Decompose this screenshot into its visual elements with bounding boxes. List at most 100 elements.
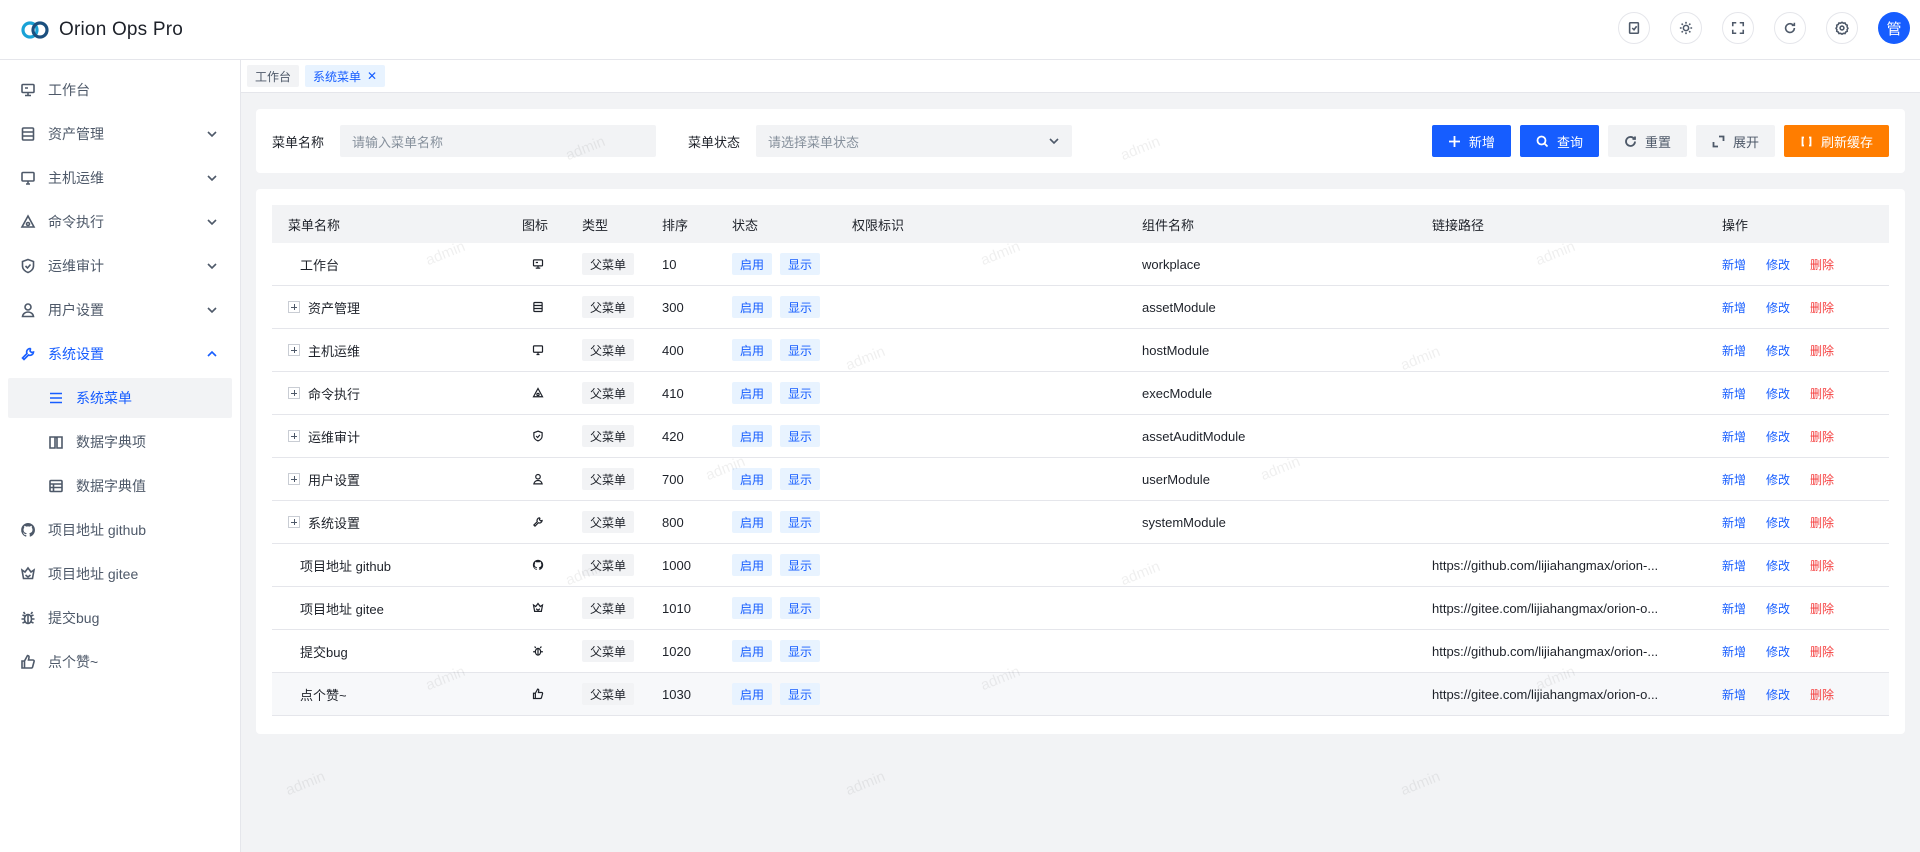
row-add-link[interactable]: 新增 <box>1722 428 1746 445</box>
row-add-link[interactable]: 新增 <box>1722 557 1746 574</box>
table-row: 项目地址 gitee 父菜单 1010 启用 显示 https://gitee.c… <box>272 587 1889 630</box>
row-delete-link[interactable]: 删除 <box>1810 299 1834 316</box>
expand-row-icon[interactable] <box>288 473 300 485</box>
row-delete-link[interactable]: 删除 <box>1810 385 1834 402</box>
sidebar-item-host[interactable]: 主机运维 <box>8 158 232 198</box>
status-badge[interactable]: 启用 <box>732 253 773 275</box>
row-delete-link[interactable]: 删除 <box>1810 342 1834 359</box>
status-badge[interactable]: 启用 <box>732 597 773 619</box>
row-edit-link[interactable]: 修改 <box>1766 385 1790 402</box>
row-add-link[interactable]: 新增 <box>1722 471 1746 488</box>
row-add-link[interactable]: 新增 <box>1722 643 1746 660</box>
row-delete-link[interactable]: 删除 <box>1810 686 1834 703</box>
status-badge[interactable]: 启用 <box>732 640 773 662</box>
row-delete-link[interactable]: 删除 <box>1810 256 1834 273</box>
reset-button[interactable]: 重置 <box>1607 125 1687 157</box>
row-edit-link[interactable]: 修改 <box>1766 686 1790 703</box>
row-edit-link[interactable]: 修改 <box>1766 428 1790 445</box>
row-delete-link[interactable]: 删除 <box>1810 600 1834 617</box>
close-icon[interactable]: ✕ <box>367 69 377 83</box>
expand-button-label: 展开 <box>1732 134 1759 150</box>
sidebar-item-bug[interactable]: 提交bug <box>8 598 232 638</box>
sidebar-item-github[interactable]: 项目地址 github <box>8 510 232 550</box>
menu-status-select[interactable]: 请选择菜单状态 <box>756 125 1073 157</box>
visible-badge[interactable]: 显示 <box>780 640 821 662</box>
expand-row-icon[interactable] <box>288 387 300 399</box>
row-edit-link[interactable]: 修改 <box>1766 342 1790 359</box>
expand-row-icon[interactable] <box>288 516 300 528</box>
tab-label: 系统菜单 <box>313 69 362 84</box>
row-delete-link[interactable]: 删除 <box>1810 557 1834 574</box>
sidebar-item-like[interactable]: 点个赞~ <box>8 642 232 682</box>
sidebar-item-dict-key[interactable]: 数据字典项 <box>8 422 232 462</box>
sidebar-item-audit[interactable]: 运维审计 <box>8 246 232 286</box>
row-add-link[interactable]: 新增 <box>1722 686 1746 703</box>
tab-workbench[interactable]: 工作台 <box>247 65 300 87</box>
menu-icon <box>50 392 62 404</box>
row-edit-link[interactable]: 修改 <box>1766 514 1790 531</box>
sidebar-item-gitee[interactable]: 项目地址 gitee <box>8 554 232 594</box>
visible-badge[interactable]: 显示 <box>780 597 821 619</box>
row-add-link[interactable]: 新增 <box>1722 385 1746 402</box>
settings-icon[interactable] <box>1826 12 1858 44</box>
user-avatar[interactable]: 管 <box>1878 12 1910 44</box>
status-badge[interactable]: 启用 <box>732 425 773 447</box>
sidebar-item-system[interactable]: 系统设置 <box>8 334 232 374</box>
expand-row-icon[interactable] <box>288 301 300 313</box>
visible-badge[interactable]: 显示 <box>780 511 821 533</box>
tab-system-menu[interactable]: 系统菜单 ✕ <box>305 65 386 87</box>
expand-row-icon[interactable] <box>288 430 300 442</box>
row-edit-link[interactable]: 修改 <box>1766 600 1790 617</box>
refresh-cache-button[interactable]: 刷新缓存 <box>1783 125 1889 157</box>
sidebar-item-system-menu[interactable]: 系统菜单 <box>8 378 232 418</box>
theme-icon[interactable] <box>1670 12 1702 44</box>
row-delete-link[interactable]: 删除 <box>1810 514 1834 531</box>
row-edit-link[interactable]: 修改 <box>1766 471 1790 488</box>
visible-badge[interactable]: 显示 <box>780 554 821 576</box>
status-badge[interactable]: 启用 <box>732 683 773 705</box>
visible-badge[interactable]: 显示 <box>780 683 821 705</box>
app-logo[interactable]: Orion Ops Pro <box>20 19 183 41</box>
row-name: 点个赞~ <box>300 687 347 703</box>
row-delete-link[interactable]: 删除 <box>1810 471 1834 488</box>
refresh-icon[interactable] <box>1774 12 1806 44</box>
row-delete-link[interactable]: 删除 <box>1810 643 1834 660</box>
status-badge[interactable]: 启用 <box>732 296 773 318</box>
expand-button[interactable]: 展开 <box>1695 125 1775 157</box>
row-add-link[interactable]: 新增 <box>1722 342 1746 359</box>
sidebar-item-asset[interactable]: 资产管理 <box>8 114 232 154</box>
row-add-link[interactable]: 新增 <box>1722 299 1746 316</box>
asset-icon <box>21 127 35 141</box>
status-badge[interactable]: 启用 <box>732 382 773 404</box>
menu-name-input[interactable]: 请输入菜单名称 <box>340 125 657 157</box>
status-badge[interactable]: 启用 <box>732 511 773 533</box>
doc-icon[interactable] <box>1618 12 1650 44</box>
fullscreen-icon[interactable] <box>1722 12 1754 44</box>
status-badge[interactable]: 启用 <box>732 468 773 490</box>
row-component: systemModule <box>1142 514 1226 530</box>
row-edit-link[interactable]: 修改 <box>1766 299 1790 316</box>
sidebar-item-workbench[interactable]: 工作台 <box>8 70 232 110</box>
row-add-link[interactable]: 新增 <box>1722 514 1746 531</box>
visible-badge[interactable]: 显示 <box>780 253 821 275</box>
sidebar-item-dict-value[interactable]: 数据字典值 <box>8 466 232 506</box>
visible-badge[interactable]: 显示 <box>780 382 821 404</box>
sidebar-item-user[interactable]: 用户设置 <box>8 290 232 330</box>
add-button[interactable]: 新增 <box>1431 125 1511 157</box>
row-edit-link[interactable]: 修改 <box>1766 256 1790 273</box>
visible-badge[interactable]: 显示 <box>780 339 821 361</box>
status-badge[interactable]: 启用 <box>732 554 773 576</box>
expand-row-icon[interactable] <box>288 344 300 356</box>
visible-badge[interactable]: 显示 <box>780 425 821 447</box>
query-button[interactable]: 查询 <box>1519 125 1599 157</box>
row-edit-link[interactable]: 修改 <box>1766 643 1790 660</box>
row-add-link[interactable]: 新增 <box>1722 600 1746 617</box>
visible-badge[interactable]: 显示 <box>780 468 821 490</box>
row-delete-link[interactable]: 删除 <box>1810 428 1834 445</box>
row-add-link[interactable]: 新增 <box>1722 256 1746 273</box>
status-badge[interactable]: 启用 <box>732 339 773 361</box>
reset-button-label: 重置 <box>1644 134 1671 150</box>
visible-badge[interactable]: 显示 <box>780 296 821 318</box>
sidebar-item-exec[interactable]: 命令执行 <box>8 202 232 242</box>
row-edit-link[interactable]: 修改 <box>1766 557 1790 574</box>
